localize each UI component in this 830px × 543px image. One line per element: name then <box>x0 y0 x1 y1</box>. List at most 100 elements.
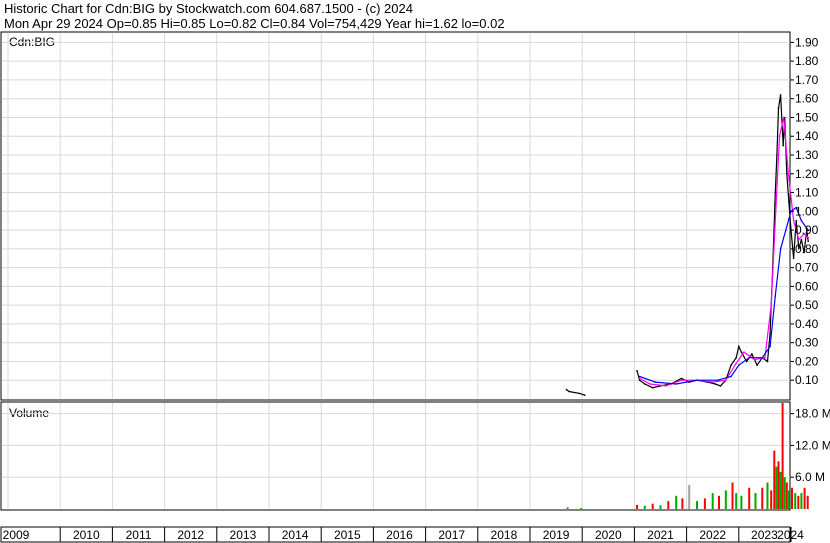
volume-bar <box>797 495 800 510</box>
chart-background <box>0 0 830 543</box>
volume-bar <box>566 507 569 509</box>
volume-bar <box>735 493 738 509</box>
volume-bar <box>783 477 786 509</box>
volume-bar <box>748 487 751 509</box>
volume-bar <box>787 490 790 509</box>
volume-bar <box>770 490 773 509</box>
x-tick-label: 2016 <box>386 528 413 542</box>
ma_short-point <box>764 356 766 359</box>
price-point <box>792 257 795 260</box>
price-point <box>719 385 722 387</box>
volume-bar <box>681 498 684 509</box>
volume-bar <box>773 450 776 509</box>
ma_long-point <box>654 381 657 383</box>
volume-bar <box>703 498 706 509</box>
volume-bar <box>754 493 757 509</box>
price-tick-label: 1.80 <box>795 54 819 68</box>
volume-bar <box>696 501 698 509</box>
x-tick-label: 2017 <box>438 528 465 542</box>
price-point <box>584 394 586 397</box>
price-point <box>777 107 780 109</box>
ma_long-point <box>675 383 677 385</box>
volume-bar <box>761 487 764 509</box>
ma_long-point <box>774 295 777 297</box>
price-point <box>735 356 737 359</box>
price-point <box>751 353 753 355</box>
ma_short-point <box>770 304 772 307</box>
x-tick-label: 2010 <box>73 528 100 542</box>
volume-bar <box>781 403 784 509</box>
price-point <box>779 94 782 96</box>
x-tick-label: 2013 <box>230 528 257 542</box>
volume-bar <box>667 501 670 509</box>
price-tick-label: 0.40 <box>795 317 819 331</box>
price-point <box>738 345 740 348</box>
price-tick-label: 0.30 <box>795 336 819 350</box>
price-point <box>782 144 784 147</box>
ma_long-point <box>717 379 719 382</box>
price-point <box>776 154 778 156</box>
ma_long-point <box>696 379 698 382</box>
ma_short-point <box>778 135 781 137</box>
ma_short-point <box>649 383 651 385</box>
price-tick-label: 0.50 <box>795 298 819 312</box>
x-tick-label: 2009 <box>3 528 30 542</box>
volume-bar <box>794 493 797 509</box>
ma_long-point <box>800 219 803 222</box>
ma_long-point <box>785 229 787 231</box>
price-point <box>756 364 758 367</box>
volume-bar <box>791 487 793 509</box>
volume-bar <box>775 466 778 509</box>
x-tick-label: 2019 <box>543 528 570 542</box>
volume-bar <box>580 507 583 509</box>
volume-bar <box>740 495 743 510</box>
price-point <box>644 383 646 385</box>
x-tick-label: 2014 <box>282 528 309 542</box>
volume-tick-label: 12.0 M <box>795 438 830 452</box>
x-tick-label: 2015 <box>334 528 361 542</box>
volume-bar <box>659 505 662 509</box>
price-tick-label: 0.80 <box>795 242 819 256</box>
volume-bar <box>731 482 734 509</box>
x-tick-label: 2023 <box>751 528 778 542</box>
ma_long-point <box>738 364 740 367</box>
price-point <box>745 360 748 363</box>
ma_short-point <box>664 385 667 387</box>
price-tick-label: 1.50 <box>795 110 819 124</box>
price-point <box>680 377 683 380</box>
volume-panel-label: Volume <box>9 406 49 420</box>
ma_short-point <box>638 377 641 380</box>
volume-bar <box>724 490 727 509</box>
price-point <box>786 173 788 175</box>
ma_short-point <box>735 362 737 365</box>
ma_short-point <box>753 358 756 361</box>
volume-bar <box>803 487 806 509</box>
volume-bar <box>779 471 782 509</box>
volume-tick-label: 6.0 M <box>795 470 825 484</box>
price-point <box>769 332 771 335</box>
price-tick-label: 0.90 <box>795 223 819 237</box>
volume-tick-label: 18.0 M <box>795 407 830 421</box>
x-tick-label: 2022 <box>699 528 726 542</box>
price-tick-label: 1.10 <box>795 186 819 200</box>
price-tick-label: 0.10 <box>795 373 819 387</box>
price-tick-label: 1.20 <box>795 167 819 181</box>
price-point <box>774 191 777 194</box>
price-point <box>651 386 654 389</box>
price-point <box>766 360 769 363</box>
header-title: Historic Chart for Cdn:BIG by Stockwatch… <box>4 1 413 16</box>
volume-bar <box>651 503 654 509</box>
ma_long-point <box>730 375 732 378</box>
ma_short-point <box>798 238 800 241</box>
volume-bar <box>711 493 714 509</box>
ma_short-point <box>774 219 777 222</box>
price-point <box>740 351 743 353</box>
stock-chart: Historic Chart for Cdn:BIG by Stockwatch… <box>0 0 830 543</box>
ma_short-point <box>787 173 790 175</box>
ma_short-point <box>792 219 795 222</box>
volume-bar <box>766 482 769 509</box>
price-point <box>565 388 568 391</box>
ma_short-point <box>743 351 745 353</box>
ma_short-point <box>782 116 785 119</box>
volume-bar <box>675 495 678 510</box>
